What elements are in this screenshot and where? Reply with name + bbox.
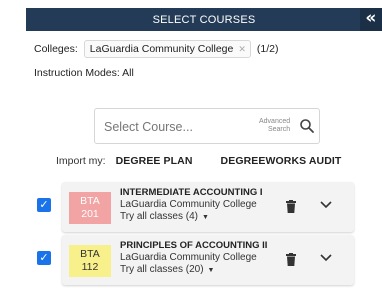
course-title: PRINCIPLES OF ACCOUNTING II — [120, 240, 268, 251]
double-chevron-left-icon: « — [365, 8, 377, 28]
trash-icon[interactable] — [286, 253, 296, 266]
course-college: LaGuardia Community College — [120, 252, 257, 263]
panel-title: SELECT COURSES — [152, 13, 256, 26]
panel-header: SELECT COURSES « — [26, 8, 382, 31]
degreeworks-audit-link[interactable]: DEGREEWORKS AUDIT — [221, 155, 342, 167]
try-all-classes-dropdown[interactable]: Try all classes (20) ▼ — [120, 264, 214, 275]
chevron-down-icon[interactable] — [320, 254, 332, 262]
caret-down-icon: ▼ — [201, 214, 209, 221]
try-all-classes-dropdown[interactable]: Try all classes (4) ▼ — [120, 211, 209, 222]
caret-down-icon: ▼ — [207, 267, 215, 274]
import-row: Import my: DEGREE PLAN DEGREEWORKS AUDIT — [56, 155, 341, 167]
course-card[interactable]: BTA 112 PRINCIPLES OF ACCOUNTING II LaGu… — [62, 235, 354, 285]
search-input[interactable]: Select Course... — [104, 120, 193, 134]
chevron-down-icon[interactable] — [320, 201, 332, 209]
trash-icon[interactable] — [286, 200, 296, 213]
advanced-search-link[interactable]: Advanced Search — [259, 118, 290, 134]
course-code-badge: BTA 112 — [69, 245, 111, 277]
import-label: Import my: — [56, 155, 106, 167]
college-chip[interactable]: LaGuardia Community College ✕ — [83, 40, 251, 58]
course-checkbox[interactable]: ✓ — [37, 251, 51, 265]
degree-plan-link[interactable]: DEGREE PLAN — [116, 155, 193, 167]
remove-chip-icon[interactable]: ✕ — [238, 44, 246, 55]
collapse-panel-button[interactable]: « — [360, 8, 382, 31]
colleges-filter: Colleges: LaGuardia Community College ✕ … — [34, 40, 279, 58]
course-code-badge: BTA 201 — [69, 192, 111, 224]
course-college: LaGuardia Community College — [120, 199, 257, 210]
college-count: (1/2) — [256, 43, 279, 55]
instruction-modes: Instruction Modes: All — [34, 67, 134, 79]
course-checkbox[interactable]: ✓ — [37, 198, 51, 212]
course-card[interactable]: BTA 201 INTERMEDIATE ACCOUNTING I LaGuar… — [62, 182, 354, 232]
search-icon[interactable] — [299, 118, 315, 134]
colleges-label: Colleges: — [34, 43, 78, 55]
course-title: INTERMEDIATE ACCOUNTING I — [120, 187, 263, 198]
modes-label: Instruction Modes: — [34, 67, 120, 79]
course-search[interactable]: Select Course... Advanced Search — [94, 108, 320, 144]
college-chip-label: LaGuardia Community College — [89, 43, 234, 55]
modes-value: All — [122, 67, 134, 79]
